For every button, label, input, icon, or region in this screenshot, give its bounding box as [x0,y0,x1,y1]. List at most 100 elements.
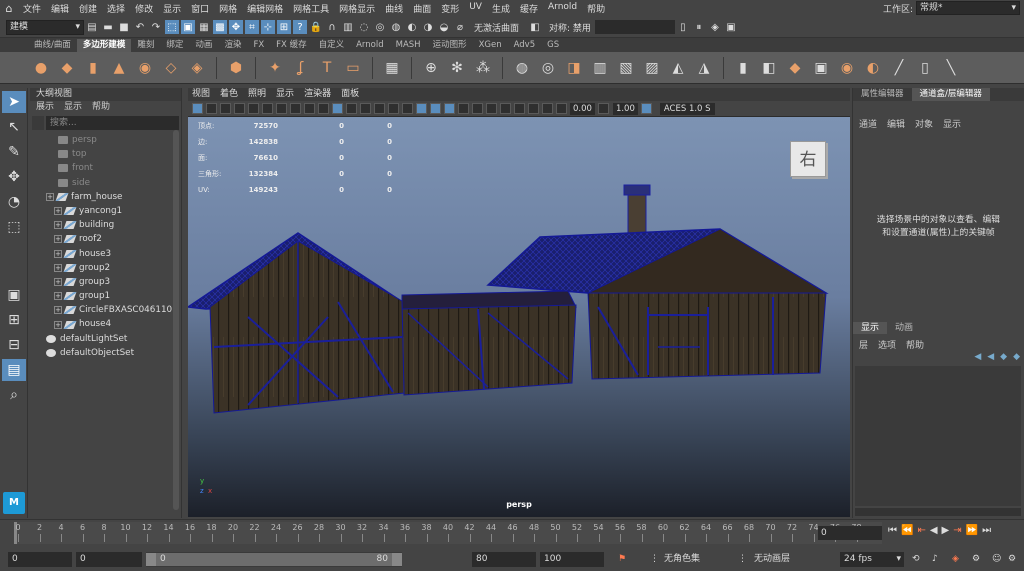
outliner-item[interactable]: defaultLightSet [30,332,181,346]
undo-icon[interactable]: ↶ [133,20,147,34]
viewport-menu-item[interactable]: 视图 [192,88,210,101]
menu-item[interactable]: 编辑 [46,2,74,15]
outliner-item[interactable]: + group3 [30,275,181,289]
sidebar-icon[interactable]: ▣ [724,20,738,34]
play-backwards-icon[interactable]: ◀ [930,525,938,536]
character-icon[interactable]: ☺ [992,552,1001,567]
extract-icon[interactable]: ◨ [564,58,584,78]
layer-list[interactable] [855,366,1021,506]
viewport-menu-item[interactable]: 面板 [341,88,359,101]
create-poly-icon[interactable]: ◐ [863,58,883,78]
output-ops-icon[interactable]: ◎ [373,20,387,34]
shelf-tab[interactable]: MASH [390,39,427,52]
step-forward-key-icon[interactable]: ⏩ [966,525,978,536]
four-pane-icon[interactable]: ⊞ [2,309,26,331]
lasso-tool-icon[interactable]: ↖ [2,116,26,138]
menu-item[interactable]: 网格工具 [288,2,334,15]
select-component-icon[interactable]: ▦ [197,20,211,34]
exposure-icon[interactable] [555,103,567,114]
viewport-menu-item[interactable]: 显示 [276,88,294,101]
poly-cube-icon[interactable]: ◆ [57,58,77,78]
redo-icon[interactable]: ↷ [149,20,163,34]
menu-item[interactable]: 生成 [487,2,515,15]
channel-box-menu-item[interactable]: 显示 [943,117,961,130]
auto-key-icon[interactable]: ◈ [952,552,959,567]
svg-icon[interactable]: ▭ [343,58,363,78]
viewport-menu-item[interactable]: 照明 [248,88,266,101]
type-icon[interactable]: T [317,58,337,78]
workspace-dropdown[interactable]: 常规* [916,1,1020,15]
target-weld-icon[interactable]: ⁂ [473,58,493,78]
move-tool-icon[interactable]: ✥ [2,166,26,188]
outliner-layout-icon[interactable]: ▤ [2,359,26,381]
viewport-menu-item[interactable]: 渲染器 [304,88,331,101]
menu-item[interactable]: 显示 [158,2,186,15]
outliner-item[interactable]: + CircleFBXASC046110 [30,303,181,317]
audio-icon[interactable]: ♪ [932,552,938,567]
expand-toggle-icon[interactable]: + [54,263,62,272]
range-thumb[interactable] [146,553,402,566]
start-time-field[interactable]: 0 [8,552,72,567]
menu-item[interactable]: 窗口 [186,2,214,15]
bevel-icon[interactable]: ◮ [694,58,714,78]
expand-toggle-icon[interactable]: + [54,249,62,258]
symmetry-label[interactable]: 对称: 禁用 [549,21,591,34]
view-transform-dropdown[interactable]: ACES 1.0 S [659,102,715,115]
safe-title-icon[interactable] [317,103,329,114]
viewport-persp[interactable]: 顶点: 72570 0 0 边: 142838 0 0 面: 76610 0 0 三角形: 132384 0… [188,117,850,517]
camera-book-icon[interactable] [205,103,217,114]
outliner-item[interactable]: + building [30,218,181,232]
layer-tab[interactable]: 显示 [853,322,888,334]
combine-icon[interactable]: ✻ [447,58,467,78]
expand-toggle-icon[interactable]: + [54,235,62,244]
key-filter-icon[interactable]: ⚑ [618,552,626,567]
time-ruler[interactable]: 0 2 4 6 8 10 12 14 16 18 20 22 24 26 28 30 32 34 36 38 40 42 4… [14,522,882,544]
offset-edge-icon[interactable]: ▣ [811,58,831,78]
safe-action-icon[interactable] [303,103,315,114]
grid-view-icon[interactable] [233,103,245,114]
slide-edge-icon[interactable]: ▯ [915,58,935,78]
construction-history-icon[interactable]: ◍ [389,20,403,34]
filter-icon[interactable] [32,116,44,130]
viewcube[interactable]: 右 [790,141,826,177]
preferences-icon[interactable]: ⚙ [1008,552,1016,567]
menu-item[interactable]: 编辑网格 [242,2,288,15]
isolate-select-icon[interactable] [499,103,511,114]
outliner-item[interactable]: + house4 [30,317,181,331]
poly-grid-icon[interactable]: ▦ [382,58,402,78]
outliner-item[interactable]: persp [30,133,181,147]
menu-item[interactable]: 创建 [74,2,102,15]
move-layer-down-icon[interactable]: ◀ [987,352,994,362]
layer-menu-item[interactable]: 选项 [878,338,896,351]
outliner-item[interactable]: + group1 [30,289,181,303]
magnet-surface-icon[interactable]: ⌀ [453,20,467,34]
use-all-lights-icon[interactable] [415,103,427,114]
anti-alias-icon[interactable] [471,103,483,114]
new-layer-selected-icon[interactable]: ◆ [1013,352,1020,362]
expand-toggle-icon[interactable]: + [54,306,62,315]
wireframe-icon[interactable] [331,103,343,114]
fill-hole-icon[interactable]: ▧ [616,58,636,78]
expand-toggle-icon[interactable]: + [54,292,62,301]
sweep-icon[interactable]: ✦ [265,58,285,78]
save-scene-icon[interactable]: ■ [117,20,131,34]
snap-view-icon[interactable]: ⊞ [277,20,291,34]
film-gate-icon[interactable] [247,103,259,114]
step-back-key-icon[interactable]: ⏪ [901,525,913,536]
shelf-tab[interactable]: Arnold [350,39,390,52]
outliner-item[interactable]: defaultObjectSet [30,346,181,360]
expand-toggle-icon[interactable]: + [54,277,62,286]
go-to-start-icon[interactable]: ⏮ [888,525,897,536]
select-object-icon[interactable]: ▣ [181,20,195,34]
history-icon[interactable]: ▥ [341,20,355,34]
mirror-icon[interactable]: ⊕ [421,58,441,78]
symmetry-icon[interactable]: ◧ [528,20,542,34]
shadows-icon[interactable] [429,103,441,114]
smooth-icon[interactable]: ◍ [512,58,532,78]
shelf-tab[interactable]: XGen [473,39,508,52]
rotate-tool-icon[interactable]: ◔ [2,191,26,213]
right-panel-tab[interactable]: 通道盒/层编辑器 [911,88,990,101]
ambient-occlusion-icon[interactable] [443,103,455,114]
open-scene-icon[interactable]: ▬ [101,20,115,34]
magnet-icon[interactable]: ∩ [325,20,339,34]
